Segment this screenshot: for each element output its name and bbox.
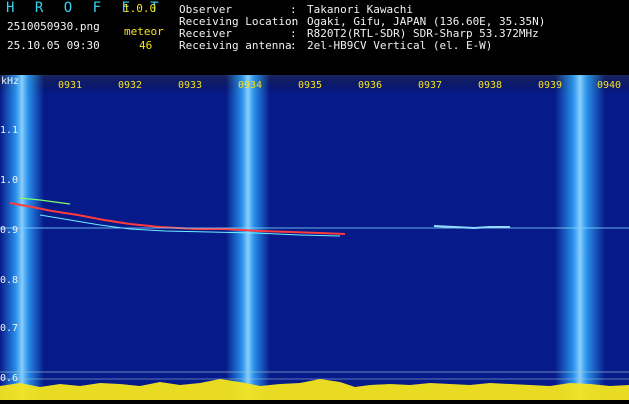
x-tick-0937: 0937: [418, 80, 443, 91]
date-time: 25.10.05 09:30: [7, 39, 100, 52]
x-tick-0934: 0934: [238, 80, 263, 91]
x-tick-0938: 0938: [478, 80, 503, 91]
meteor-count: 46: [139, 39, 153, 52]
file-name: 2510050930.png: [7, 20, 100, 33]
x-tick-0939: 0939: [538, 80, 563, 91]
y-tick-0-6: 0.6: [0, 373, 19, 384]
band-left: [0, 75, 44, 400]
antenna-label: Receiving antenna: [179, 39, 292, 52]
x-tick-0940: 0940: [597, 80, 622, 91]
spectrogram-image: [0, 75, 629, 400]
antenna-value: 2el-HB9CV Vertical (el. E-W): [307, 39, 493, 52]
y-tick-1-0: 1.0: [0, 175, 19, 186]
band-0934: [226, 75, 270, 400]
spectrogram: [0, 75, 629, 400]
band-0939: [555, 75, 605, 400]
x-tick-0935: 0935: [298, 80, 323, 91]
x-tick-0933: 0933: [178, 80, 203, 91]
y-tick-0-9: 0.9: [0, 225, 19, 236]
x-tick-0936: 0936: [358, 80, 383, 91]
y-axis-unit: kHz: [1, 76, 20, 87]
meteor-label: meteor: [124, 25, 164, 38]
y-tick-1-1: 1.1: [0, 125, 19, 136]
y-tick-0-8: 0.8: [0, 275, 19, 286]
x-tick-0932: 0932: [118, 80, 143, 91]
app-version: 1.0.0: [123, 2, 157, 15]
y-tick-0-7: 0.7: [0, 323, 19, 334]
antenna-colon: :: [290, 39, 297, 52]
x-tick-0931: 0931: [58, 80, 83, 91]
